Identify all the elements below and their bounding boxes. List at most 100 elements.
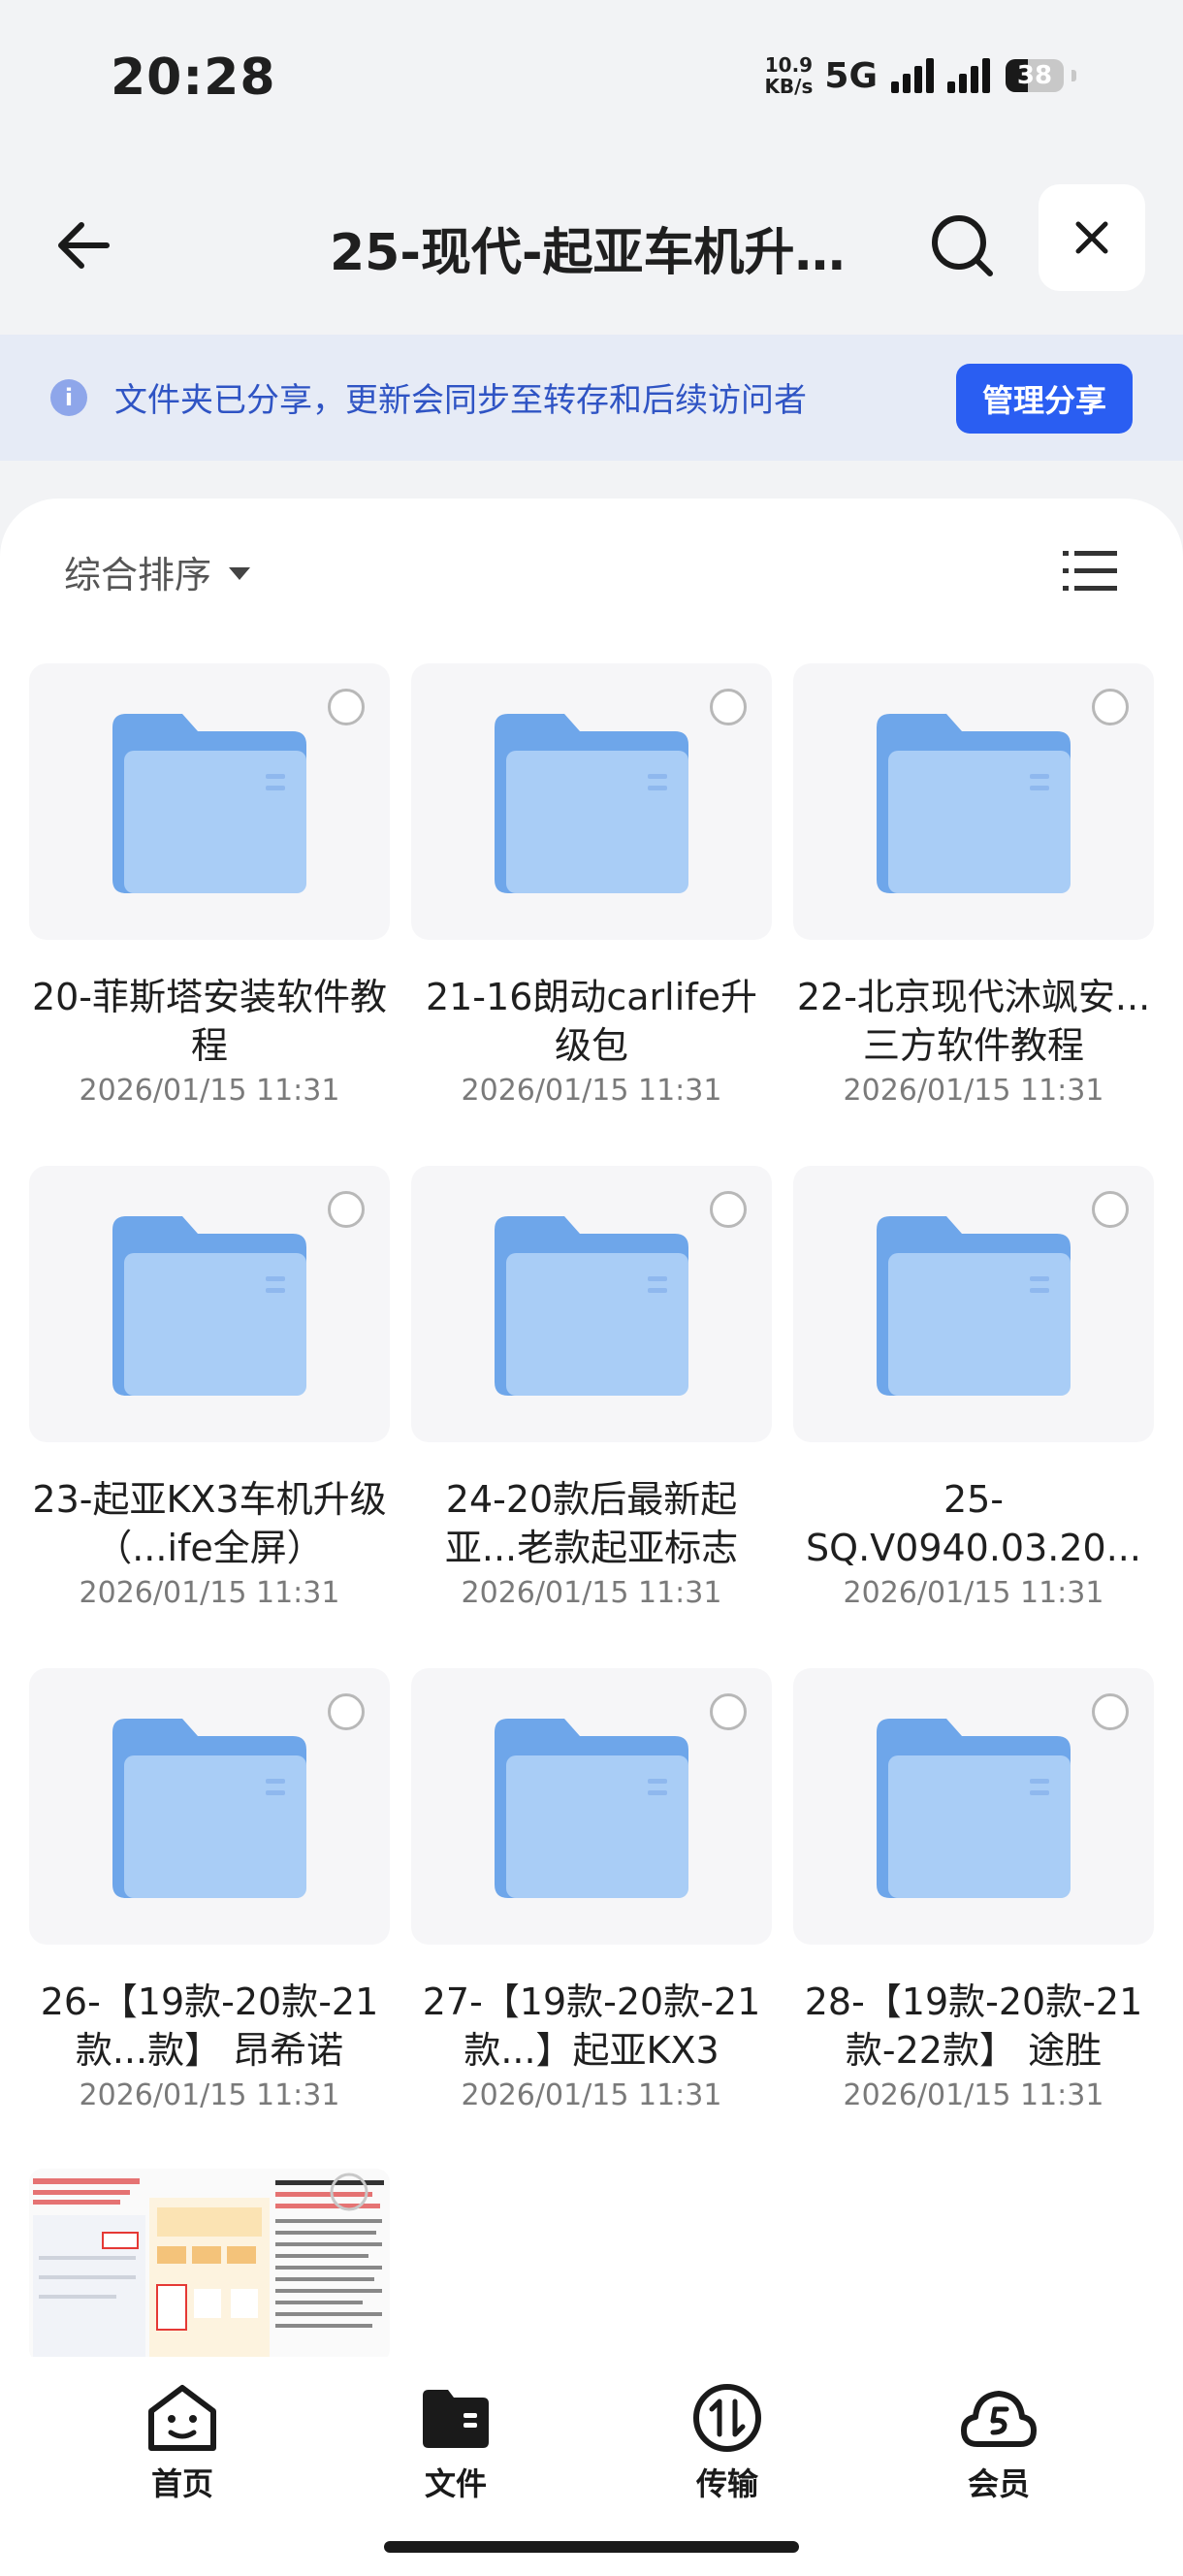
folder-icon [495,1216,688,1396]
folder-item[interactable]: 20-菲斯塔安装软件教程 2026/01/15 11:31 [29,663,390,1166]
folder-date: 2026/01/15 11:31 [79,1576,340,1610]
document-thumbnail[interactable] [29,2169,390,2363]
tab-transfer[interactable]: 传输 [650,2382,805,2504]
folder-icon [495,714,688,893]
folder-thumbnail [793,663,1154,940]
folder-icon [423,2390,489,2448]
folder-thumbnail [793,1166,1154,1442]
folder-name: 25-SQ.V0940.03.20...环宇最新版本 [806,1478,1141,1569]
folder-name: 28-【19款-20款-21款-22款】 途胜 [804,1980,1143,2072]
folder-date: 2026/01/15 11:31 [843,1576,1104,1610]
signal-icon [891,58,934,93]
folder-icon [495,1719,688,1898]
status-time: 20:28 [111,48,276,107]
select-checkbox[interactable] [328,1191,365,1228]
folder-item[interactable]: 22-北京现代沐飒安...三方软件教程 2026/01/15 11:31 [793,663,1154,1166]
folder-date: 2026/01/15 11:31 [461,1074,722,1108]
folder-date: 2026/01/15 11:31 [843,2078,1104,2112]
folder-name: 23-起亚KX3车机升级（...ife全屏） [32,1478,387,1569]
folder-icon [877,1216,1071,1396]
network-speed: 10.9 KB/s [764,54,813,97]
close-button[interactable] [1039,184,1145,291]
select-checkbox[interactable] [710,1191,747,1228]
search-button[interactable] [926,209,1000,283]
arrow-left-icon [58,222,110,269]
tab-home[interactable]: 首页 [105,2382,260,2504]
folder-name: 26-【19款-20款-21款...款】 昂希诺 [40,1980,379,2072]
folder-date: 2026/01/15 11:31 [79,1074,340,1108]
battery-icon: 38 [1006,59,1064,92]
smile-face-icon [148,2385,216,2451]
manage-share-button[interactable]: 管理分享 [956,364,1133,434]
sort-label: 综合排序 [64,554,212,596]
sort-dropdown[interactable]: 综合排序 [64,545,251,598]
folder-item[interactable]: 28-【19款-20款-21款-22款】 途胜 2026/01/15 11:31 [793,1668,1154,2171]
folder-thumbnail [29,1668,390,1945]
folder-date: 2026/01/15 11:31 [461,2078,722,2112]
folder-name: 24-20款后最新起亚...老款起亚标志 [444,1478,739,1569]
folder-item[interactable]: 21-16朗动carlife升级包 2026/01/15 11:31 [411,663,772,1166]
folder-name: 20-菲斯塔安装软件教程 [31,976,388,1067]
folder-name: 21-16朗动carlife升级包 [425,976,758,1067]
select-checkbox[interactable] [1092,689,1129,725]
back-button[interactable] [48,209,120,281]
page-title: 25-现代-起亚车机升… [330,224,846,282]
tab-home-label: 首页 [150,2465,213,2502]
tab-member-label: 会员 [967,2465,1030,2502]
folder-name: 27-【19款-20款-21款...】起亚KX3 [422,1980,761,2072]
select-checkbox[interactable] [328,689,365,725]
share-banner: i 文件夹已分享，更新会同步至转存和后续访问者 管理分享 [0,335,1183,461]
folder-item[interactable]: 24-20款后最新起亚...老款起亚标志 2026/01/15 11:31 [411,1166,772,1668]
transfer-icon [693,2384,761,2452]
status-bar: 20:28 10.9 KB/s 5G 38 [0,0,1183,165]
folder-name: 22-北京现代沐飒安...三方软件教程 [796,976,1151,1067]
file-grid: 20-菲斯塔安装软件教程 2026/01/15 11:31 21-16朗动carli… [29,663,1158,2171]
folder-item[interactable]: 27-【19款-20款-21款...】起亚KX3 2026/01/15 11:31 [411,1668,772,2171]
select-checkbox[interactable] [1092,1191,1129,1228]
folder-item[interactable]: 26-【19款-20款-21款...款】 昂希诺 2026/01/15 11:31 [29,1668,390,2171]
folder-icon [112,1216,306,1396]
battery-level: 38 [1016,61,1053,90]
network-speed-unit: KB/s [764,75,814,98]
document-preview-image [29,2169,390,2363]
list-view-button[interactable] [1063,549,1117,594]
folder-thumbnail [29,663,390,940]
tab-transfer-label: 传输 [695,2465,758,2502]
folder-thumbnail [793,1668,1154,1945]
tab-member[interactable]: 会员 [921,2382,1076,2504]
network-speed-value: 10.9 [764,53,814,77]
select-checkbox[interactable] [710,1693,747,1730]
close-icon [1075,221,1108,254]
select-checkbox[interactable] [328,1693,365,1730]
nav-bar: 25-现代-起亚车机升… [0,175,1183,310]
folder-date: 2026/01/15 11:31 [79,2078,340,2112]
folder-icon [112,714,306,893]
folder-thumbnail [411,1166,772,1442]
signal-icon-2 [947,58,990,93]
folder-item[interactable]: 23-起亚KX3车机升级（...ife全屏） 2026/01/15 11:31 [29,1166,390,1668]
folder-item[interactable]: 25-SQ.V0940.03.20...环宇最新版本 2026/01/15 11:… [793,1166,1154,1668]
search-icon [932,215,993,276]
share-banner-text: 文件夹已分享，更新会同步至转存和后续访问者 [114,381,807,420]
folder-icon [877,1719,1071,1898]
caret-down-icon [229,567,251,580]
network-type: 5G [824,55,878,96]
battery-tip [1071,70,1076,81]
status-indicators: 10.9 KB/s 5G 38 [764,54,1076,97]
folder-date: 2026/01/15 11:31 [461,1576,722,1610]
tab-files-label: 文件 [424,2465,487,2502]
cloud-member-icon [961,2391,1037,2447]
folder-icon [877,714,1071,893]
folder-thumbnail [411,1668,772,1945]
folder-thumbnail [29,1166,390,1442]
folder-thumbnail [411,663,772,940]
select-checkbox[interactable] [1092,1693,1129,1730]
tab-files[interactable]: 文件 [378,2382,533,2504]
folder-icon [112,1719,306,1898]
file-list-panel: 综合排序 20-菲斯塔安装软件教程 2026/01/15 11:31 21-16朗动… [0,499,1183,2382]
list-view-icon [1063,551,1117,591]
folder-date: 2026/01/15 11:31 [843,1074,1104,1108]
select-checkbox[interactable] [710,689,747,725]
info-icon: i [50,379,87,416]
home-indicator [384,2541,799,2553]
